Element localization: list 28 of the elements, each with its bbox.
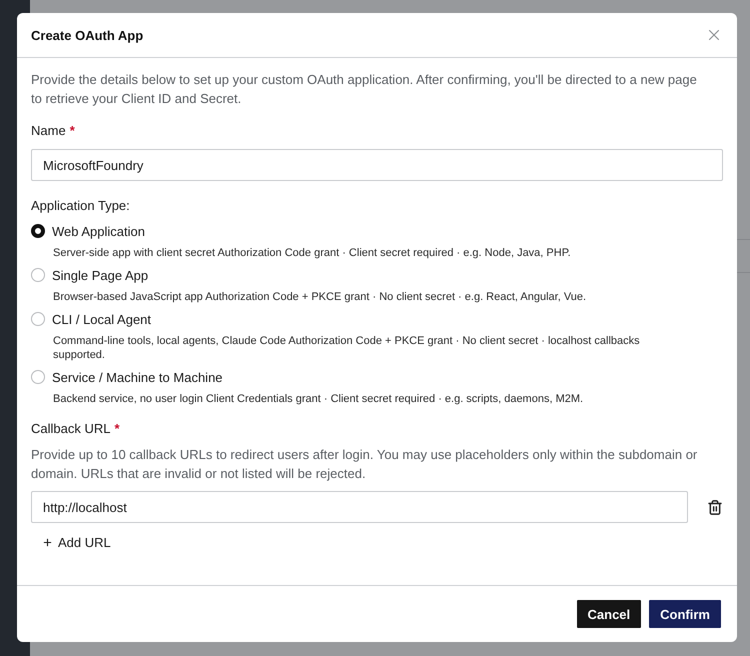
confirm-button[interactable]: Confirm	[649, 600, 721, 628]
required-mark: *	[114, 420, 120, 438]
dialog-description: Provide the details below to set up your custom OAuth application. After confirming, you'll be directed to a new page to retrieve your Client ID and Secret.	[31, 71, 698, 108]
radio-label: Web Application	[52, 224, 145, 238]
name-input[interactable]: MicrosoftFoundry	[31, 149, 723, 181]
option-description: Browser-based JavaScript app Authorization Code + PKCE grant · No client secret · e.g. React, Angular, Vue.	[53, 290, 588, 304]
radio-button[interactable]	[31, 224, 45, 238]
radio-button[interactable]	[31, 312, 45, 326]
radio-button[interactable]	[31, 370, 45, 384]
plus-icon	[42, 536, 53, 548]
radio-button[interactable]	[31, 268, 45, 282]
radio-label: CLI / Local Agent	[52, 312, 152, 326]
field-label: Callback URL	[31, 420, 110, 438]
field-label: Name	[31, 122, 66, 140]
option-description: Backend service, no user login Client Credentials grant · Client secret required · e.g. scripts, daemons, M2M.	[53, 392, 584, 406]
field-label: Application Type:	[31, 197, 130, 215]
cancel-button[interactable]: Cancel	[576, 600, 642, 628]
option-description: Command-line tools, local agents, Claude Code Authorization Code + PKCE grant · No client secret · localhost callbacks supported.	[53, 334, 641, 362]
radio-label: Service / Machine to Machine	[52, 370, 223, 384]
url-input[interactable]: http://localhost	[31, 491, 688, 523]
help-text: Provide up to 10 callback URLs to redirect users after login. You may use placeholders only within the subdomain or domain. URLs that are invalid or not listed will be rejected.	[31, 446, 698, 483]
option-description: Server-side app with client secret Authorization Code grant · Client secret required · e.g. Node, Java, PHP.	[53, 246, 572, 260]
trash-icon	[707, 498, 723, 516]
required-mark: *	[70, 122, 75, 140]
dialog-title: Create OAuth App	[31, 28, 144, 42]
radio-label: Single Page App	[52, 268, 148, 282]
delete-button[interactable]	[707, 498, 723, 516]
add-url-button[interactable]: Add URL	[37, 530, 116, 554]
